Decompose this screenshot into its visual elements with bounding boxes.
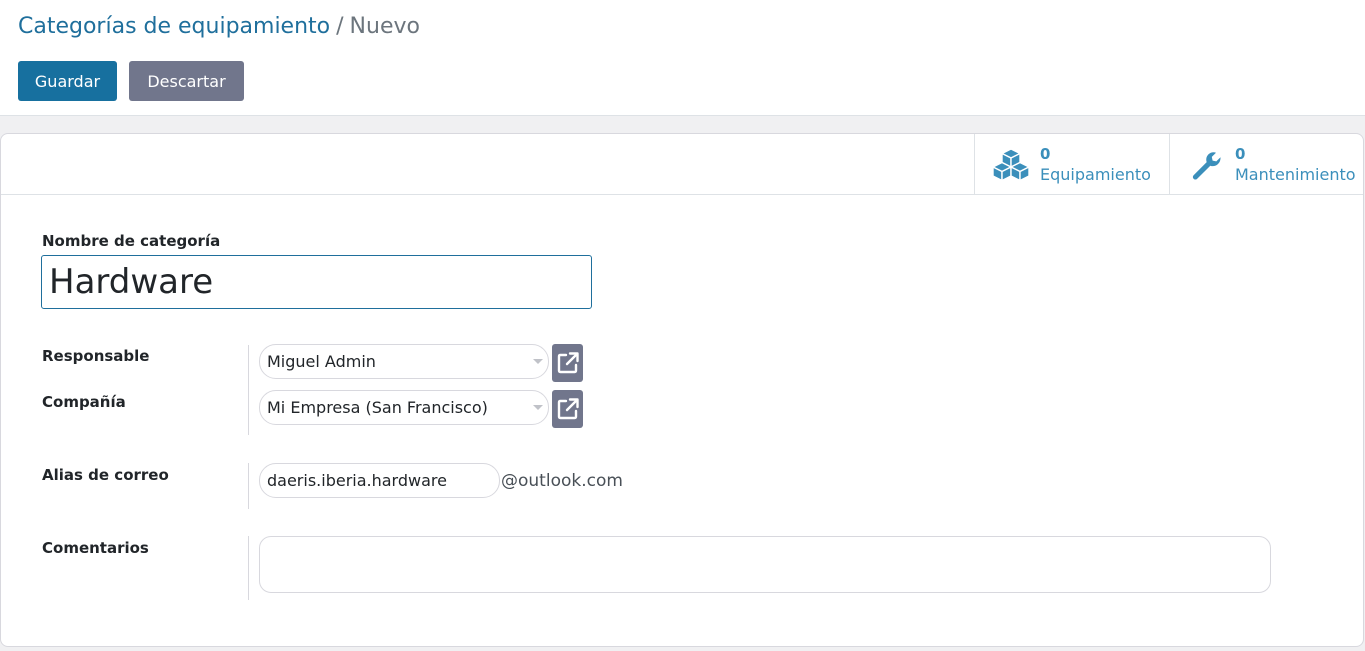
company-label: Compañía [42,393,126,411]
chevron-down-icon[interactable] [533,405,543,410]
comments-textarea[interactable] [259,536,1271,593]
cubes-icon [992,148,1030,182]
email-alias-label: Alias de correo [42,466,169,484]
responsible-label: Responsable [42,347,150,365]
external-link-icon [557,352,579,374]
company-input[interactable] [259,390,549,425]
wrench-icon [1192,152,1221,180]
responsible-external-link-button[interactable] [552,344,583,382]
breadcrumb: Categorías de equipamiento / Nuevo [18,14,420,39]
responsible-select[interactable] [259,344,549,379]
equipment-label: Equipamiento [1040,165,1151,184]
breadcrumb-parent-link[interactable]: Categorías de equipamiento [18,14,330,39]
maintenance-smart-button[interactable]: 0 Mantenimiento [1169,134,1364,194]
smart-button-box: 0 Equipamiento 0 Mantenimiento [1,134,1363,195]
responsible-input[interactable] [259,344,549,379]
company-external-link-button[interactable] [552,390,583,428]
external-link-icon [557,398,579,420]
equipment-smart-button[interactable]: 0 Equipamiento [974,134,1169,194]
control-panel: Categorías de equipamiento / Nuevo Guardar… [0,0,1365,116]
maintenance-label: Mantenimiento [1235,165,1356,184]
group-divider [248,345,249,435]
equipment-count: 0 [1040,145,1051,163]
category-name-input[interactable] [41,255,592,309]
group-divider [248,463,249,509]
form-sheet: 0 Equipamiento 0 Mantenimiento Nombre de… [0,133,1364,647]
group-divider [248,536,249,600]
category-name-label: Nombre de categoría [42,232,221,250]
company-select[interactable] [259,390,549,425]
breadcrumb-current: Nuevo [349,14,420,39]
email-alias-input[interactable] [259,463,500,498]
breadcrumb-separator: / [336,14,344,39]
save-button[interactable]: Guardar [18,61,117,101]
maintenance-count: 0 [1235,145,1246,163]
email-alias-domain: @outlook.com [501,471,623,491]
chevron-down-icon[interactable] [533,359,543,364]
comments-label: Comentarios [42,539,149,557]
discard-button[interactable]: Descartar [129,61,244,101]
